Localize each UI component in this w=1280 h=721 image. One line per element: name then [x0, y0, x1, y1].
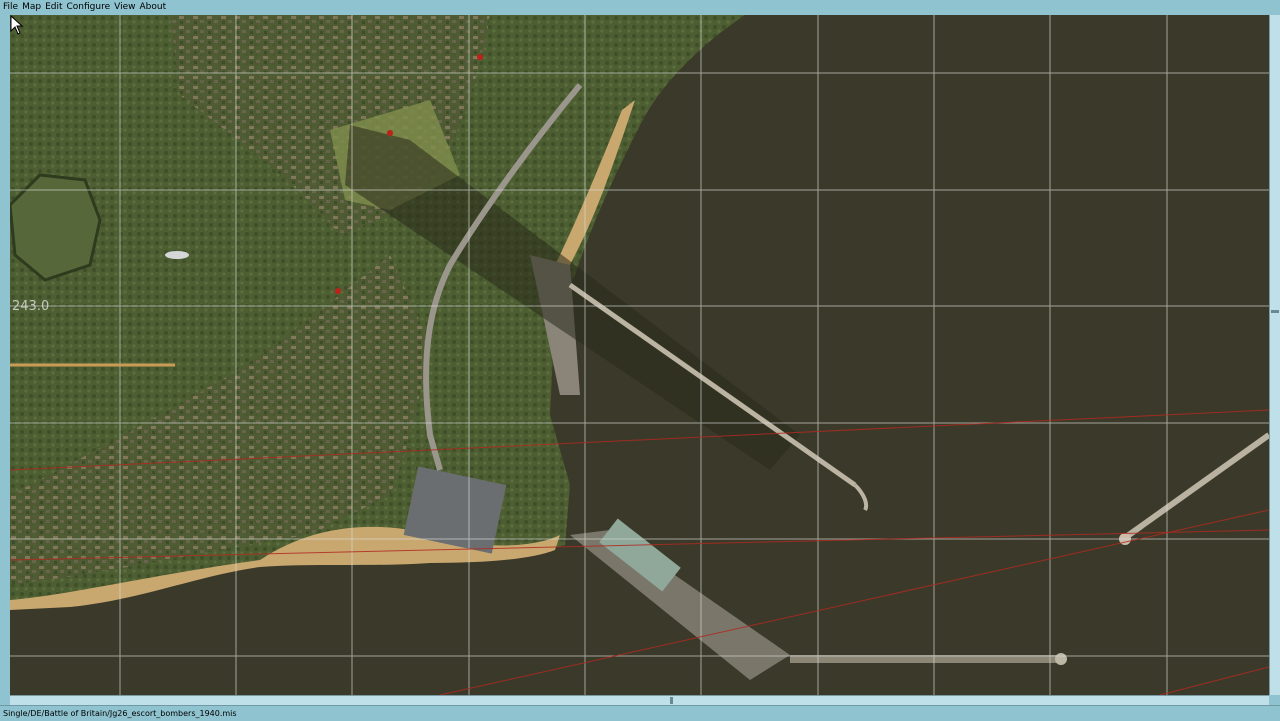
menu-bar: File Map Edit Configure View About — [0, 0, 1280, 14]
mission-file-path: Single/DE/Battle of Britain/Jg26_escort_… — [3, 709, 237, 718]
status-bar: Single/DE/Battle of Britain/Jg26_escort_… — [0, 705, 1280, 720]
mouse-cursor-icon — [10, 15, 24, 35]
breakwater-light — [1055, 653, 1067, 665]
left-frame — [0, 15, 10, 695]
menu-file[interactable]: File — [0, 2, 20, 12]
menu-configure[interactable]: Configure — [65, 2, 113, 12]
menu-view[interactable]: View — [112, 2, 137, 12]
map-marker[interactable] — [335, 288, 341, 294]
horizontal-scrollbar[interactable] — [10, 695, 1269, 705]
vertical-scrollbar[interactable] — [1269, 15, 1280, 695]
horizontal-scrollbar-thumb[interactable] — [670, 697, 673, 704]
vertical-scrollbar-thumb[interactable] — [1271, 310, 1279, 313]
menu-edit[interactable]: Edit — [43, 2, 64, 12]
menu-map[interactable]: Map — [20, 2, 43, 12]
map-marker[interactable] — [387, 130, 393, 136]
map-marker[interactable] — [477, 54, 483, 60]
grid-coordinate-label: 243.0 — [12, 299, 50, 314]
balloon-object[interactable] — [165, 251, 189, 259]
map-viewport[interactable]: 243.0 — [10, 15, 1269, 695]
map-canvas[interactable] — [10, 15, 1269, 695]
menu-about[interactable]: About — [137, 2, 168, 12]
